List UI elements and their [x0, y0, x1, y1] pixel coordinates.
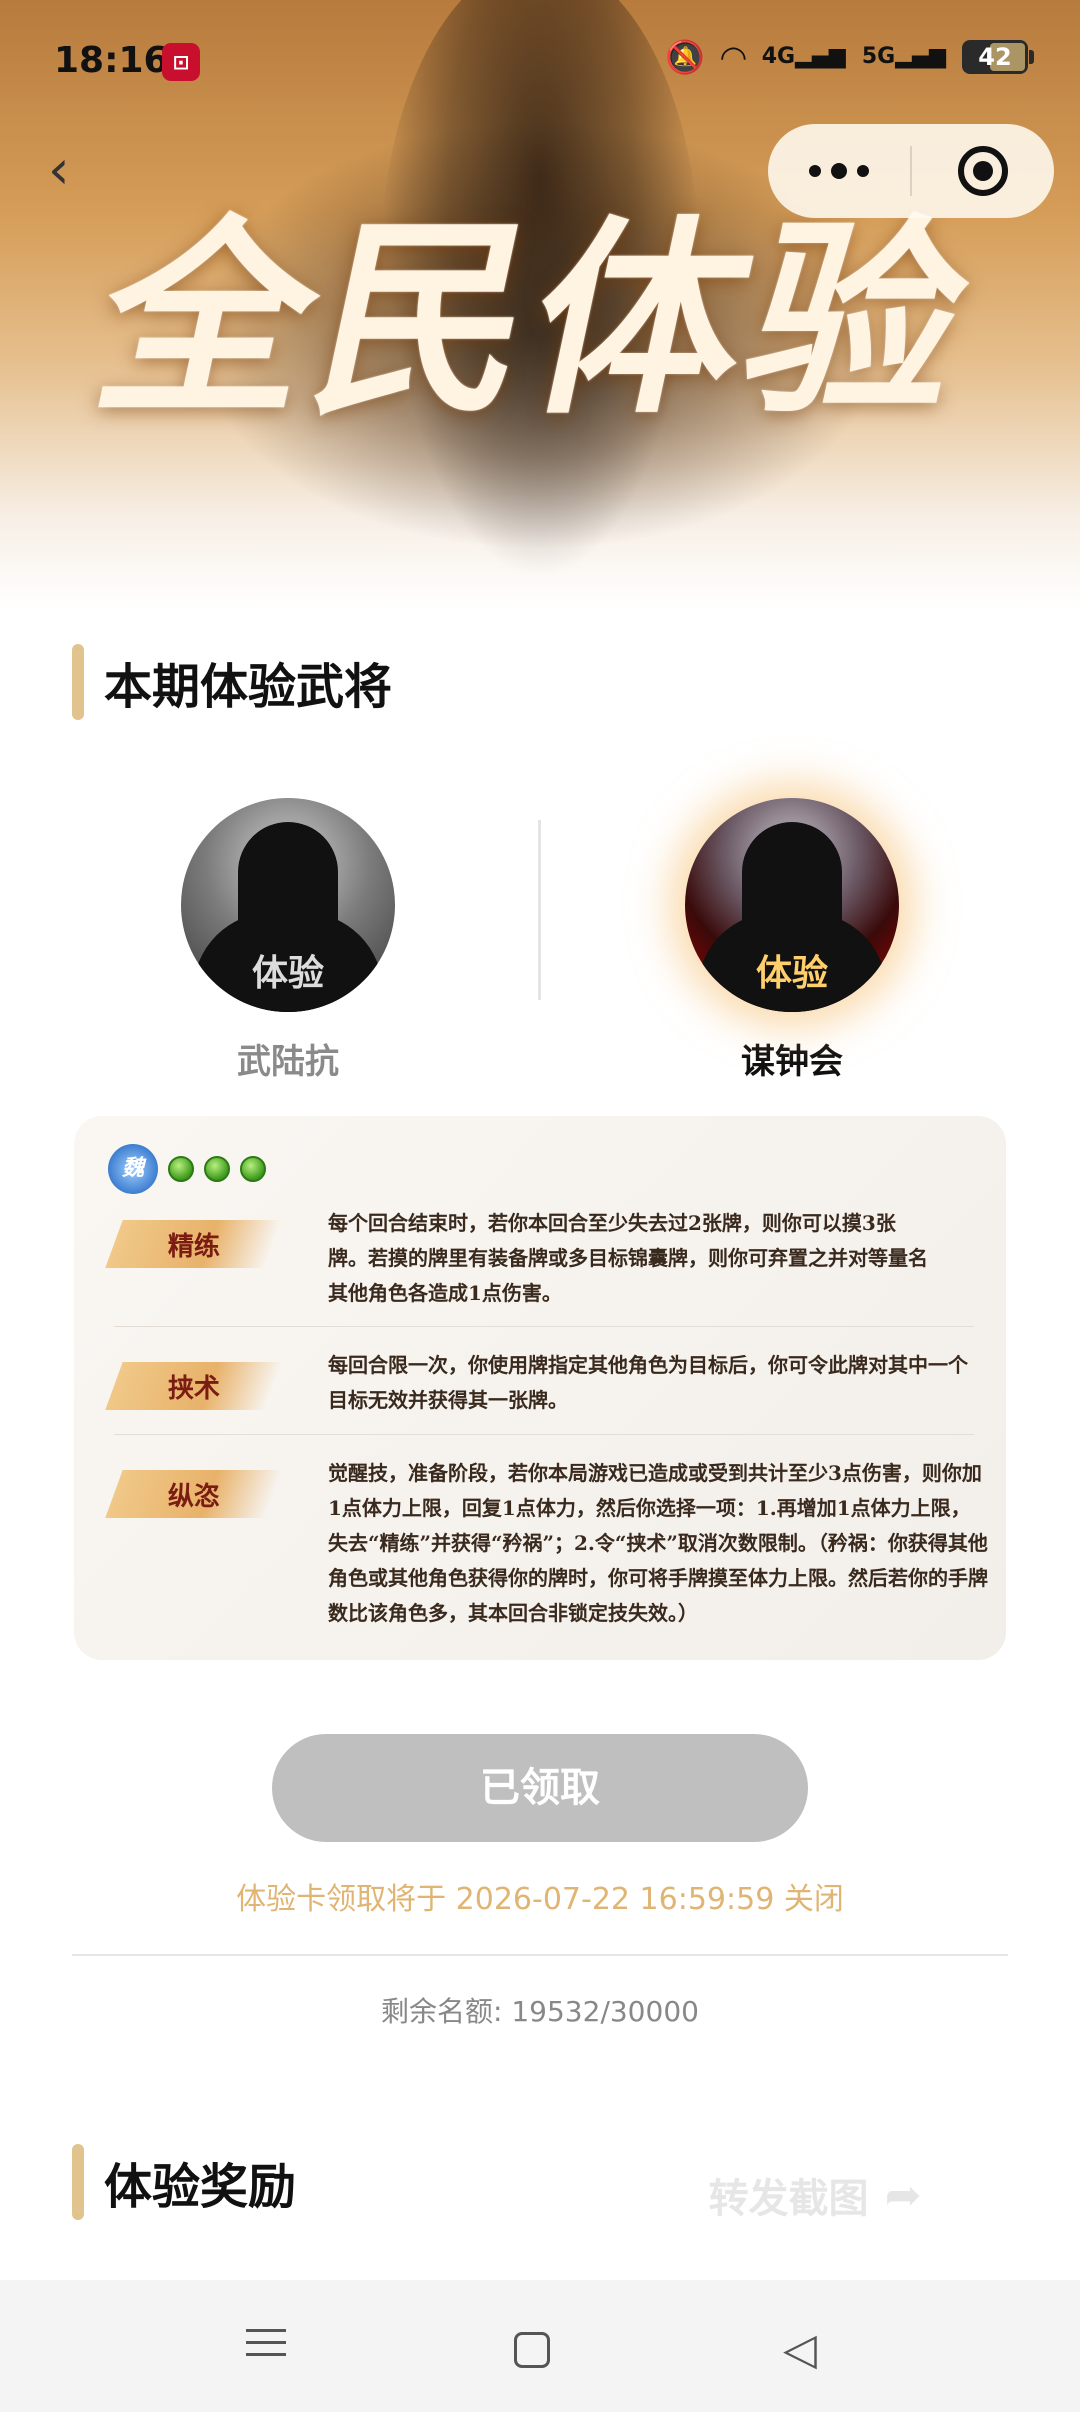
back-icon[interactable]: ‹ — [48, 140, 98, 200]
hp-orb-icon — [204, 1156, 230, 1182]
section-accent-bar — [72, 2144, 84, 2220]
trial-badge: 体验 — [755, 952, 828, 994]
skill-description: 觉醒技，准备阶段，若你本局游戏已造成或受到共计至少3点伤害，则你加1点体力上限，… — [328, 1461, 988, 1625]
skill-name-tag: 精练 — [105, 1220, 283, 1268]
skill-description: 每个回合结束时，若你本回合至少失去过2张牌，则你可以摸3张牌。若摸的牌里有装备牌… — [328, 1211, 928, 1305]
section-header-rewards: 体验奖励 — [72, 2144, 296, 2220]
more-options-button[interactable] — [768, 124, 910, 218]
skill-row: 精练 每个回合结束时，若你本回合至少失去过2张牌，则你可以摸3张牌。若摸的牌里有… — [105, 1206, 974, 1346]
share-label: 转发截图 — [708, 2176, 869, 2222]
generals-divider — [538, 820, 541, 1000]
hp-orb-icon — [240, 1156, 266, 1182]
share-arrow-icon: ➦ — [884, 2169, 922, 2221]
battery-level: 42 — [978, 43, 1012, 71]
skill-row: 挟术 每回合限一次，你使用牌指定其他角色为目标后，你可令此牌对其中一个目标无效并… — [105, 1348, 974, 1438]
claim-deadline-text: 体验卡领取将于 2026-07-22 16:59:59 关闭 — [236, 1882, 844, 1917]
card-header: 魏 — [108, 1144, 266, 1194]
close-miniprogram-button[interactable] — [912, 124, 1054, 218]
hp-orb-icon — [168, 1156, 194, 1182]
trial-badge: 体验 — [251, 952, 324, 994]
status-time: 18:16 — [54, 40, 169, 81]
skill-card: 魏 精练 每个回合结束时，若你本回合至少失去过2张牌，则你可以摸3张牌。若摸的牌… — [74, 1116, 1006, 1660]
claimed-button[interactable]: 已领取 — [272, 1734, 808, 1842]
system-navigation-bar: ◁ — [0, 2280, 1080, 2412]
recent-apps-icon[interactable] — [236, 2320, 296, 2380]
status-icons: 🔕 ◠ 4G▂▄▆ 5G▂▄▆ 42 — [665, 38, 1034, 76]
section-title: 本期体验武将 — [104, 659, 393, 715]
general-name: 武陆抗 — [237, 1042, 339, 1082]
wifi-icon: ◠ — [721, 38, 746, 76]
general-avatar: 体验 — [181, 798, 395, 1012]
skill-separator — [114, 1434, 974, 1435]
general-card-2-selected[interactable]: 体验 谋钟会 — [662, 798, 922, 1083]
skill-description: 每回合限一次，你使用牌指定其他角色为目标后，你可令此牌对其中一个目标无效并获得其… — [328, 1353, 968, 1412]
notification-app-icon: ⊡ — [162, 43, 200, 81]
skill-name-tag: 挟术 — [105, 1362, 283, 1410]
remaining-quota-text: 剩余名额: 19532/30000 — [381, 1995, 699, 2028]
skill-row: 纵恣 觉醒技，准备阶段，若你本局游戏已造成或受到共计至少3点伤害，则你加1点体力… — [105, 1456, 988, 1646]
mute-icon: 🔕 — [665, 38, 706, 76]
general-avatar: 体验 — [685, 798, 899, 1012]
general-name: 谋钟会 — [741, 1042, 843, 1082]
skill-separator — [114, 1326, 974, 1327]
target-icon — [958, 146, 1008, 196]
back-triangle-icon[interactable]: ◁ — [770, 2320, 830, 2380]
section-title: 体验奖励 — [104, 2159, 297, 2215]
signal-4g-icon: 4G▂▄▆ — [761, 44, 846, 69]
status-bar: 18:16 ⊡ 🔕 ◠ 4G▂▄▆ 5G▂▄▆ 42 — [0, 0, 1080, 120]
general-card-1[interactable]: 体验 武陆抗 — [158, 798, 418, 1083]
kingdom-wei-icon: 魏 — [108, 1144, 158, 1194]
section-header-trial-generals: 本期体验武将 — [72, 644, 392, 720]
share-screenshot-button[interactable]: 转发截图 ➦ — [640, 2160, 990, 2230]
section-accent-bar — [72, 644, 84, 720]
home-icon[interactable] — [502, 2320, 562, 2380]
battery-icon: 42 — [962, 40, 1034, 74]
miniprogram-capsule — [768, 124, 1054, 218]
divider-line — [72, 1954, 1008, 1956]
skill-name-tag: 纵恣 — [105, 1470, 283, 1518]
signal-5g-icon: 5G▂▄▆ — [861, 44, 946, 69]
